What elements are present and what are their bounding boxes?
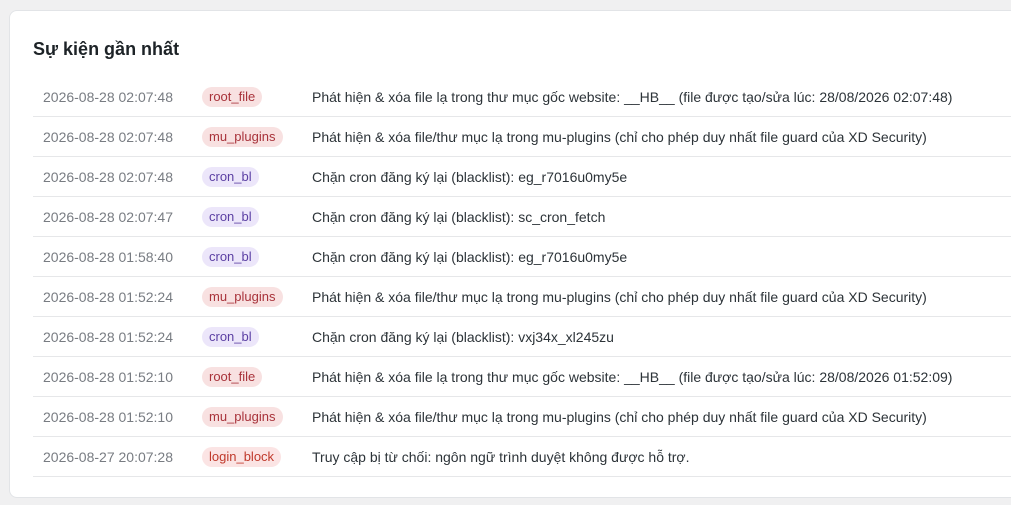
event-time: 2026-08-28 01:52:24 xyxy=(43,288,173,305)
table-row: 2026-08-28 01:52:24 mu_plugins Phát hiện… xyxy=(33,277,1011,317)
event-message: Chặn cron đăng ký lại (blacklist): eg_r7… xyxy=(312,248,628,265)
event-message: Phát hiện & xóa file/thư mục lạ trong mu… xyxy=(312,288,927,305)
event-message: Chặn cron đăng ký lại (blacklist): sc_cr… xyxy=(312,208,606,225)
event-message: Phát hiện & xóa file lạ trong thư mục gố… xyxy=(312,368,953,385)
table-row: 2026-08-28 02:07:47 cron_bl Chặn cron đă… xyxy=(33,197,1011,237)
event-type-badge: cron_bl xyxy=(202,246,259,267)
event-type-badge: mu_plugins xyxy=(202,126,283,147)
table-row: 2026-08-28 01:58:40 cron_bl Chặn cron đă… xyxy=(33,237,1011,277)
event-type-badge: cron_bl xyxy=(202,166,259,187)
table-row: 2026-08-28 01:52:10 mu_plugins Phát hiện… xyxy=(33,397,1011,437)
event-time: 2026-08-28 02:07:48 xyxy=(43,88,173,105)
event-time: 2026-08-28 01:52:10 xyxy=(43,408,173,425)
event-message: Phát hiện & xóa file/thư mục lạ trong mu… xyxy=(312,128,927,145)
event-type-badge: login_block xyxy=(202,446,282,467)
table-row: 2026-08-28 02:07:48 cron_bl Chặn cron đă… xyxy=(33,157,1011,197)
event-time: 2026-08-27 20:07:28 xyxy=(43,448,173,465)
event-message: Chặn cron đăng ký lại (blacklist): vxj34… xyxy=(312,328,614,345)
event-type-badge: root_file xyxy=(202,366,263,387)
event-type-badge: cron_bl xyxy=(202,326,259,347)
event-type-badge: mu_plugins xyxy=(202,406,283,427)
event-message: Chặn cron đăng ký lại (blacklist): eg_r7… xyxy=(312,168,628,185)
section-title: Sự kiện gần nhất xyxy=(33,39,180,59)
event-time: 2026-08-28 01:52:24 xyxy=(43,328,173,345)
table-row: 2026-08-27 20:07:28 login_block Truy cập… xyxy=(33,437,1011,477)
event-type-badge: cron_bl xyxy=(202,206,259,227)
event-time: 2026-08-28 02:07:48 xyxy=(43,168,173,185)
events-list: 2026-08-28 02:07:48 root_file Phát hiện … xyxy=(33,77,1011,477)
event-time: 2026-08-28 02:07:47 xyxy=(43,208,173,225)
event-time: 2026-08-28 02:07:48 xyxy=(43,128,173,145)
event-type-badge: root_file xyxy=(202,86,263,107)
table-row: 2026-08-28 02:07:48 mu_plugins Phát hiện… xyxy=(33,117,1011,157)
table-row: 2026-08-28 01:52:10 root_file Phát hiện … xyxy=(33,357,1011,397)
table-row: 2026-08-28 02:07:48 root_file Phát hiện … xyxy=(33,77,1011,117)
recent-events-card: Sự kiện gần nhất 2026-08-28 02:07:48 roo… xyxy=(9,10,1011,498)
table-row: 2026-08-28 01:52:24 cron_bl Chặn cron đă… xyxy=(33,317,1011,357)
event-time: 2026-08-28 01:58:40 xyxy=(43,248,173,265)
event-message: Truy cập bị từ chối: ngôn ngữ trình duyệ… xyxy=(312,448,690,465)
event-message: Phát hiện & xóa file/thư mục lạ trong mu… xyxy=(312,408,927,425)
event-type-badge: mu_plugins xyxy=(202,286,283,307)
event-message: Phát hiện & xóa file lạ trong thư mục gố… xyxy=(312,88,953,105)
event-time: 2026-08-28 01:52:10 xyxy=(43,368,173,385)
